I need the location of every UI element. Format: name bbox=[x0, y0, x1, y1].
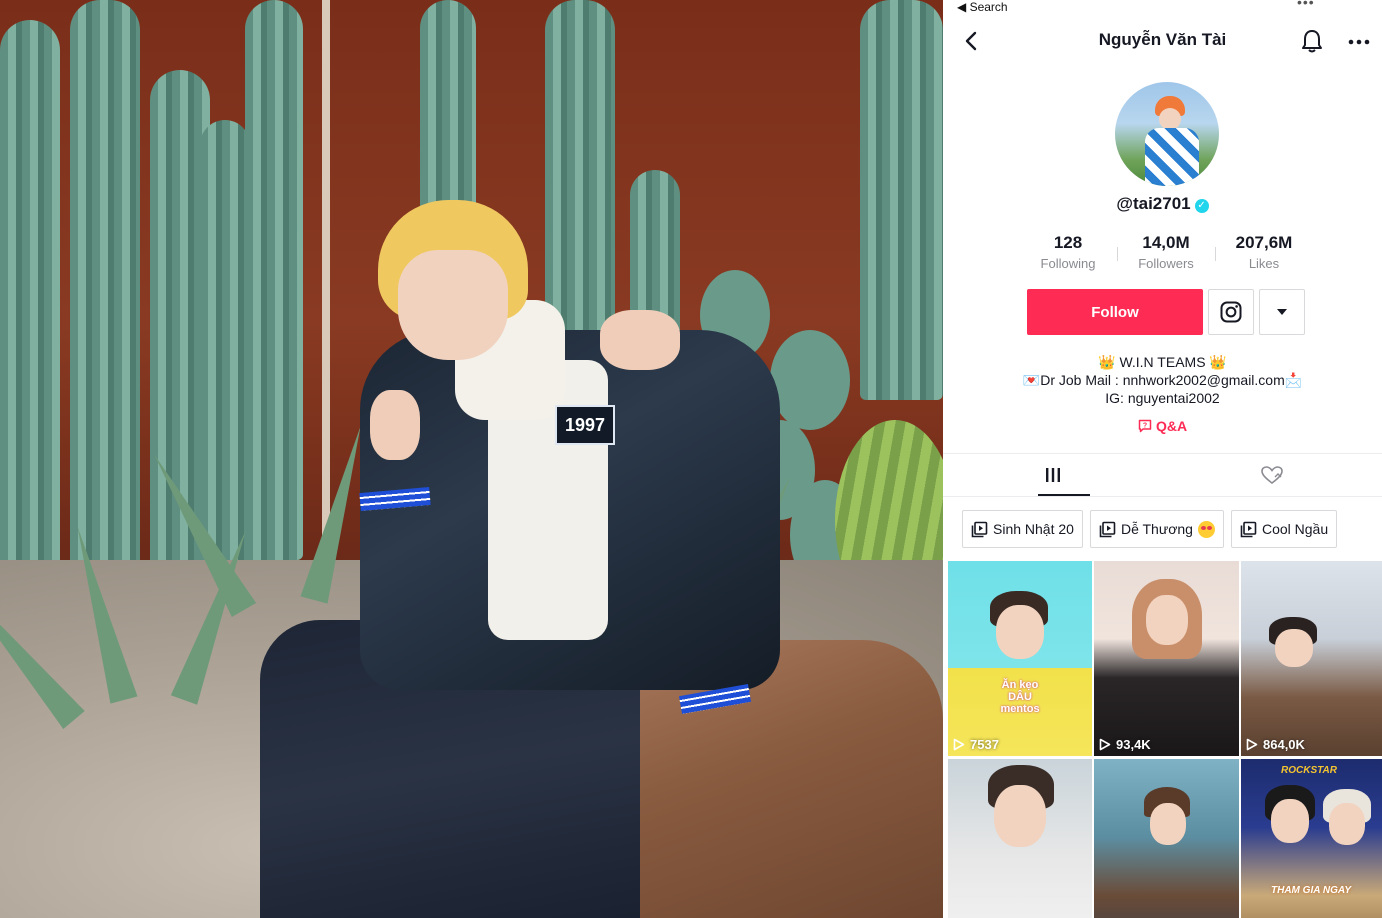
playlist-icon bbox=[971, 521, 988, 537]
jacket-patch: 1997 bbox=[555, 405, 615, 445]
view-count: 864,0K bbox=[1246, 737, 1305, 752]
person-hand bbox=[370, 390, 420, 460]
stat-value: 128 bbox=[1053, 233, 1083, 252]
bio-line: 👑 W.I.N TEAMS 👑 bbox=[1098, 354, 1227, 370]
liked-heart-icon bbox=[1261, 466, 1284, 485]
more-options-icon[interactable] bbox=[1347, 30, 1371, 54]
rockstar-logo: ROCKSTAR bbox=[1281, 765, 1337, 776]
qa-label: Q&A bbox=[1155, 418, 1188, 434]
divider bbox=[943, 496, 1382, 497]
video-grid: Ăn kẹo DÂU mentos 7537 93,4K 864,0K ROCK… bbox=[948, 561, 1382, 918]
video-thumbnail[interactable]: 93,4K bbox=[1094, 561, 1239, 756]
verified-badge-icon: ✓ bbox=[1194, 199, 1209, 213]
video-thumbnail[interactable] bbox=[948, 759, 1092, 918]
person-face bbox=[398, 250, 508, 360]
navigation-bar: Nguyễn Văn Tài bbox=[943, 22, 1382, 62]
avatar[interactable] bbox=[1115, 82, 1219, 186]
stat-label: Following bbox=[1040, 256, 1096, 271]
videos-grid-icon bbox=[1045, 468, 1060, 482]
view-count: 7537 bbox=[953, 737, 999, 752]
qa-icon: ? bbox=[1138, 419, 1152, 433]
video-thumbnail[interactable] bbox=[1094, 759, 1239, 918]
profile-stats: 128 Following 14,0M Followers 207,6M Lik… bbox=[1019, 233, 1313, 277]
tiktok-profile-screen: ◀ Search ••• Nguyễn Văn Tài @tai2701 ✓ 12… bbox=[943, 0, 1382, 918]
instagram-button[interactable] bbox=[1208, 289, 1254, 335]
profile-actions: Follow bbox=[1027, 289, 1305, 335]
play-icon bbox=[1099, 738, 1111, 751]
profile-photo: 1997 bbox=[0, 0, 943, 918]
stat-value: 207,6M bbox=[1235, 233, 1293, 252]
cactus bbox=[245, 0, 303, 560]
playlist-label: Cool Ngầu bbox=[1261, 521, 1329, 537]
video-thumbnail[interactable]: 864,0K bbox=[1241, 561, 1382, 756]
content-tabs bbox=[943, 454, 1382, 496]
stat-label: Followers bbox=[1138, 256, 1194, 271]
stat-value: 14,0M bbox=[1142, 233, 1190, 252]
video-thumbnail[interactable]: Ăn kẹo DÂU mentos 7537 bbox=[948, 561, 1092, 756]
heart-eyes-emoji-icon bbox=[1197, 520, 1215, 538]
stat-likes[interactable]: 207,6M Likes bbox=[1215, 233, 1313, 277]
suggested-accounts-button[interactable] bbox=[1259, 289, 1305, 335]
stat-followers[interactable]: 14,0M Followers bbox=[1117, 233, 1215, 277]
bio-line: IG: nguyentai2002 bbox=[1105, 390, 1220, 406]
playlist-chip[interactable]: Cool Ngầu bbox=[1230, 510, 1338, 548]
instagram-icon bbox=[1220, 301, 1242, 323]
video-thumbnail[interactable]: ROCKSTAR THAM GIA NGAY bbox=[1241, 759, 1382, 918]
playlist-icon bbox=[1240, 521, 1257, 537]
playlist-label: Sinh Nhật 20 bbox=[993, 521, 1074, 537]
stat-following[interactable]: 128 Following bbox=[1019, 233, 1117, 277]
cactus bbox=[0, 20, 60, 580]
back-to-search-link[interactable]: ◀ Search bbox=[957, 0, 1008, 14]
signal-dots-icon: ••• bbox=[1297, 0, 1315, 10]
view-count: 93,4K bbox=[1099, 737, 1151, 752]
svg-text:?: ? bbox=[1143, 423, 1147, 430]
tab-videos[interactable] bbox=[943, 454, 1163, 496]
playlist-icon bbox=[1099, 521, 1116, 537]
bio: 👑 W.I.N TEAMS 👑 💌Dr Job Mail : nnhwork20… bbox=[943, 353, 1382, 407]
play-icon bbox=[953, 738, 965, 751]
playlist-label: Dễ Thương bbox=[1120, 521, 1193, 537]
cactus-pad bbox=[770, 330, 850, 430]
person-hand bbox=[600, 310, 680, 370]
tab-liked[interactable] bbox=[1163, 454, 1382, 496]
playlist-chip[interactable]: Sinh Nhật 20 bbox=[962, 510, 1083, 548]
bio-line: 💌Dr Job Mail : nnhwork2002@gmail.com📩 bbox=[1022, 372, 1303, 388]
video-overlay-text: THAM GIA NGAY bbox=[1271, 885, 1351, 896]
play-icon bbox=[1246, 738, 1258, 751]
username: @tai2701 ✓ bbox=[943, 194, 1382, 214]
video-overlay-text: Ăn kẹo DÂU mentos bbox=[1000, 679, 1040, 715]
caret-down-icon bbox=[1277, 309, 1287, 315]
playlists-row: Sinh Nhật 20 Dễ Thương Cool Ngầu bbox=[962, 510, 1338, 548]
qa-link[interactable]: ? Q&A bbox=[943, 418, 1382, 434]
status-bar: ◀ Search ••• bbox=[957, 0, 1314, 14]
username-text: @tai2701 bbox=[1116, 194, 1191, 213]
cactus bbox=[860, 0, 943, 400]
stat-label: Likes bbox=[1248, 256, 1280, 271]
follow-button[interactable]: Follow bbox=[1027, 289, 1203, 335]
bell-icon[interactable] bbox=[1300, 28, 1324, 54]
playlist-chip[interactable]: Dễ Thương bbox=[1089, 510, 1224, 548]
